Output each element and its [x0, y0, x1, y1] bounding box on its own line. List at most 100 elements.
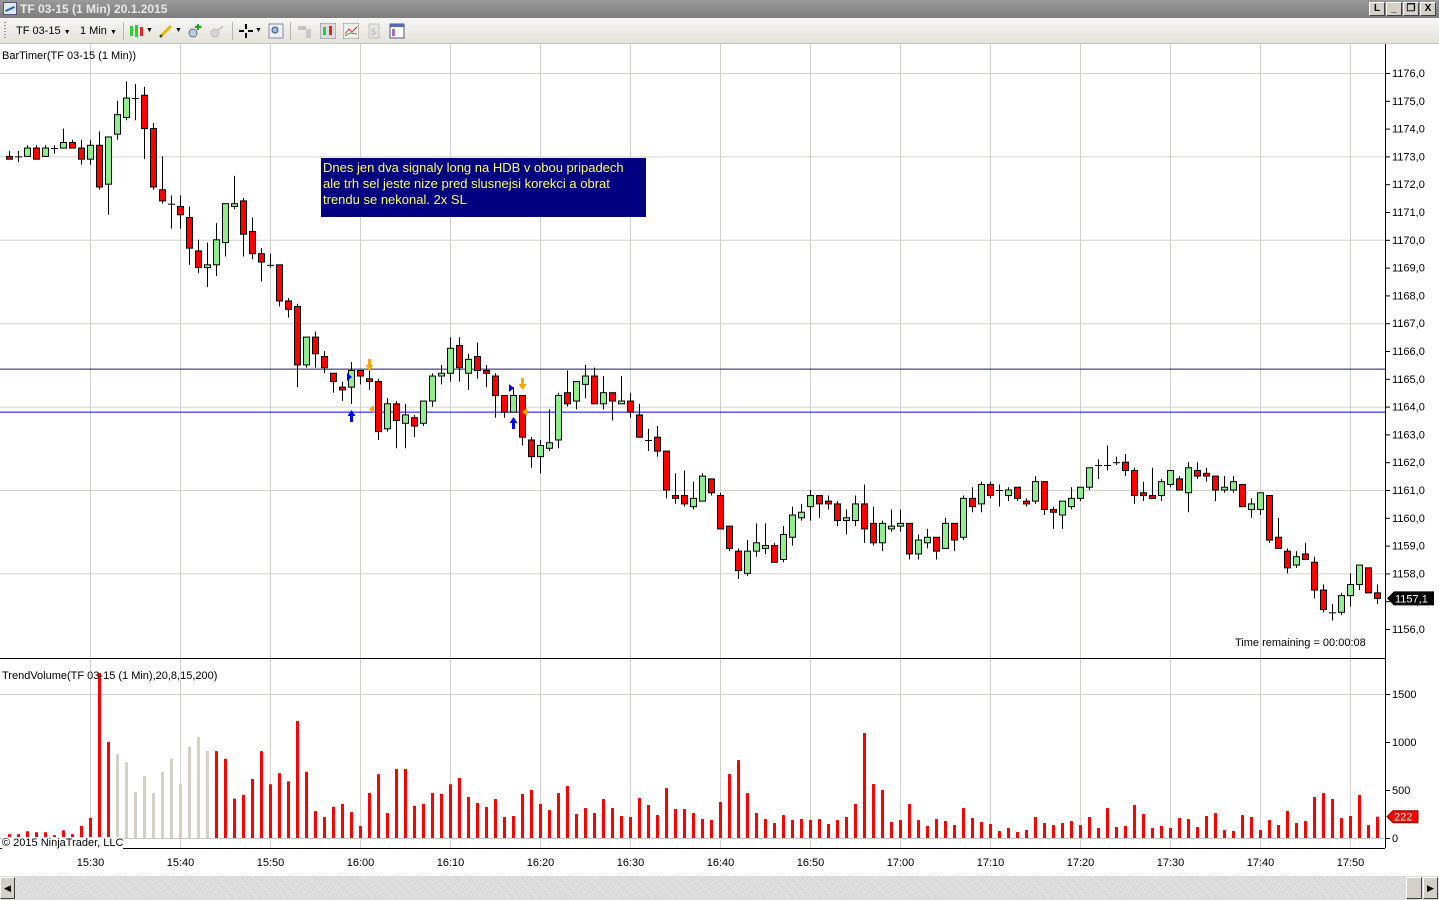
candle-body [1185, 467, 1192, 494]
candle [546, 409, 553, 452]
candle-body [141, 94, 148, 130]
candle [1059, 500, 1066, 529]
candle-body [1347, 584, 1354, 597]
volume-bar [1295, 823, 1298, 838]
candle-body [1158, 481, 1165, 497]
volume-bar [872, 784, 875, 838]
candle [951, 522, 958, 552]
candle-body [546, 442, 553, 449]
candle [267, 253, 274, 268]
volume-bar [1124, 826, 1127, 838]
candle-body [402, 414, 409, 424]
volume-bar [1367, 825, 1370, 838]
candle-body [528, 439, 535, 458]
candle-body [708, 478, 715, 494]
volume-bar [674, 809, 677, 838]
candle-body [186, 217, 193, 249]
volume-bar [719, 802, 722, 838]
horizontal-scrollbar[interactable]: ◀ ▶ [0, 876, 1439, 900]
candle-body [1050, 508, 1057, 513]
candle [1023, 498, 1030, 507]
time-tick-label: 17:00 [887, 857, 915, 869]
candle [1203, 467, 1210, 482]
candle-body [1149, 495, 1156, 499]
volume-tick-label: 1500 [1392, 689, 1416, 701]
candle [1347, 573, 1354, 607]
volume-bar [1169, 828, 1172, 838]
scroll-left-button[interactable]: ◀ [0, 877, 15, 899]
volume-bar [197, 737, 200, 838]
chart-annotation-note[interactable]: Dnes jen dva signaly long na HDB v obou … [321, 158, 646, 217]
price-tick-label: 1176,0 [1392, 68, 1425, 80]
volume-bar [539, 804, 542, 838]
candle-body [942, 522, 949, 549]
volume-bar [350, 812, 353, 838]
volume-bar [764, 818, 767, 838]
volume-bar [845, 816, 848, 838]
volume-bar [206, 751, 209, 838]
candle [501, 394, 508, 418]
volume-bar [692, 813, 695, 838]
candle [330, 372, 337, 393]
candle-body [321, 356, 328, 369]
volume-bar [224, 758, 227, 838]
candle-body [1077, 486, 1084, 499]
candle [528, 437, 535, 468]
candle-body [960, 497, 967, 538]
volume-bar [116, 754, 119, 838]
volume-bar [620, 816, 623, 838]
candle-body [24, 147, 31, 157]
scroll-right-button[interactable]: ▶ [1423, 877, 1438, 899]
volume-bar [1196, 826, 1199, 838]
volume-bar [1088, 816, 1091, 838]
candle [645, 428, 652, 452]
candle [1257, 492, 1264, 516]
candle [807, 490, 814, 521]
volume-bar [1286, 811, 1289, 838]
candle [1041, 481, 1048, 516]
candle [771, 542, 778, 563]
volume-tick-label: 1000 [1392, 737, 1416, 749]
candle [996, 484, 1003, 507]
candle-body [33, 147, 40, 160]
volume-bar [917, 820, 920, 838]
candle [312, 331, 319, 368]
candle [1077, 486, 1084, 502]
volume-bar [638, 798, 641, 838]
candle [636, 403, 643, 438]
volume-bar [1340, 818, 1343, 838]
price-tick-label: 1163,0 [1392, 429, 1425, 441]
candle [1140, 481, 1147, 502]
price-tick-label: 1166,0 [1392, 346, 1425, 358]
candle-body [1023, 500, 1030, 505]
candle-body [1320, 589, 1327, 611]
candle [1320, 584, 1327, 613]
candle [321, 351, 328, 374]
candle [564, 370, 571, 407]
candle-body [1248, 503, 1255, 510]
time-tick-label: 15:30 [77, 857, 105, 869]
volume-bar [566, 786, 569, 838]
volume-bar [656, 815, 659, 838]
candle [1284, 548, 1291, 574]
candle-body [312, 336, 319, 355]
volume-bar [854, 804, 857, 838]
chart-canvas[interactable]: 1176,0 1175,0 1174,0 1173,0 1172,0 1171,0 1170… [0, 0, 1439, 900]
scroll-thumb[interactable] [1406, 877, 1422, 899]
candle [1005, 487, 1012, 502]
candle-body [249, 230, 256, 255]
candle-body [1122, 461, 1129, 472]
candle [1239, 483, 1246, 508]
candle-body [1275, 536, 1282, 549]
candle [591, 367, 598, 405]
note-line: trendu se nekonal. 2x SL [323, 192, 467, 207]
candle [1248, 498, 1255, 518]
candle [1032, 476, 1039, 504]
candle-body [1311, 561, 1318, 591]
candle-body [1041, 481, 1048, 510]
candle-body [42, 147, 49, 157]
volume-bar [548, 810, 551, 838]
candle-body [627, 400, 634, 413]
candle-body [654, 436, 661, 452]
candle [1356, 564, 1363, 591]
